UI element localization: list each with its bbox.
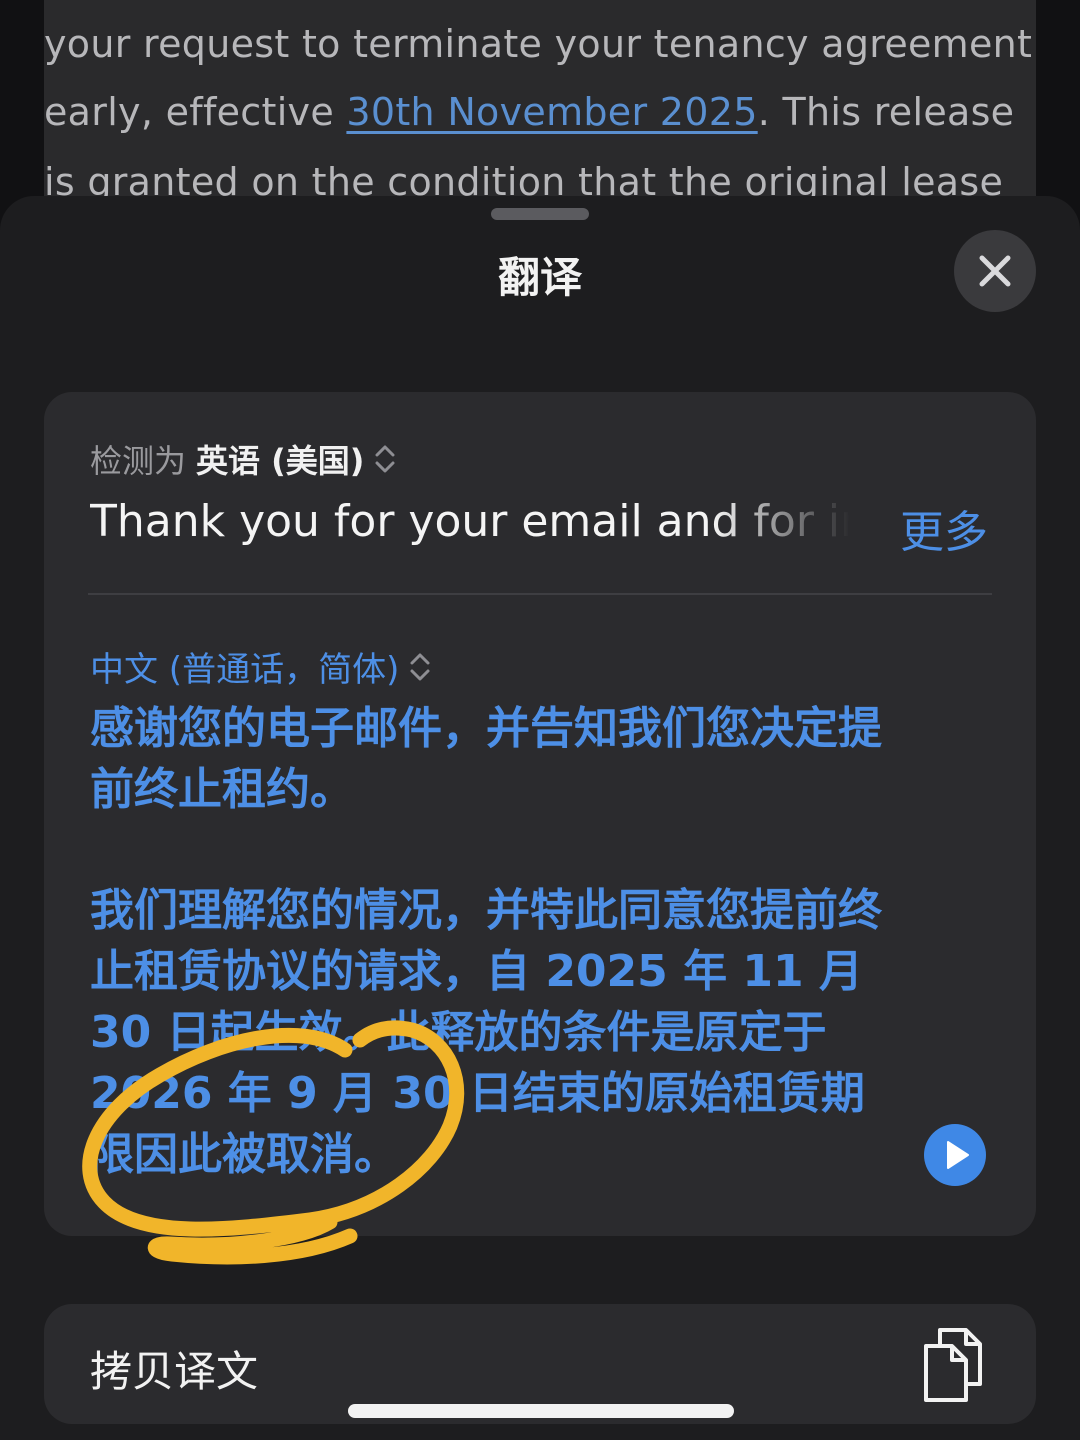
screen: your request to terminate your tenancy a… <box>0 0 1080 1440</box>
close-button[interactable] <box>954 230 1036 312</box>
sheet-title: 翻译 <box>497 253 582 302</box>
detect-prefix: 检测为 <box>90 442 187 480</box>
source-text: Thank you for your email and for informi… <box>90 496 850 547</box>
background-line: your request to terminate your tenancy a… <box>44 22 1033 66</box>
play-button[interactable] <box>924 1124 986 1186</box>
translated-paragraph: 我们理解您的情况，并特此同意您提前终止租赁协议的请求，自 2025 年 11 月… <box>90 885 882 1180</box>
close-icon <box>979 255 1011 287</box>
translated-text: 感谢您的电子邮件，并告知我们您决定提前终止租约。 我们理解您的情况，并特此同意您… <box>90 698 890 1185</box>
copy-translation-label: 拷贝译文 <box>90 1347 259 1396</box>
translate-sheet: 翻译 检测为 英语 (美国) Thank you for your email … <box>0 196 1080 1440</box>
copy-icon <box>924 1328 982 1402</box>
source-language: 英语 (美国) <box>196 442 365 480</box>
chevron-updown-icon <box>375 445 395 473</box>
date-link[interactable]: 30th November 2025 <box>346 90 757 134</box>
translated-paragraph: 感谢您的电子邮件，并告知我们您决定提前终止租约。 <box>90 703 882 815</box>
chevron-updown-icon <box>410 653 430 680</box>
divider <box>88 593 992 595</box>
background-line: early, effective 30th November 2025. Thi… <box>44 90 1044 134</box>
home-indicator <box>348 1404 734 1418</box>
translation-card: 检测为 英语 (美国) Thank you for your email and… <box>44 392 1036 1236</box>
source-language-selector[interactable]: 检测为 英语 (美国) <box>90 436 396 482</box>
target-language-selector[interactable]: 中文 (普通话，简体) <box>90 642 431 691</box>
more-button[interactable]: 更多 <box>900 496 988 560</box>
background-text: . This release <box>757 90 1015 134</box>
play-icon <box>947 1141 969 1169</box>
background-text: early, effective <box>44 90 347 134</box>
sheet-grabber[interactable] <box>491 208 589 220</box>
target-language: 中文 (普通话，简体) <box>90 650 400 690</box>
